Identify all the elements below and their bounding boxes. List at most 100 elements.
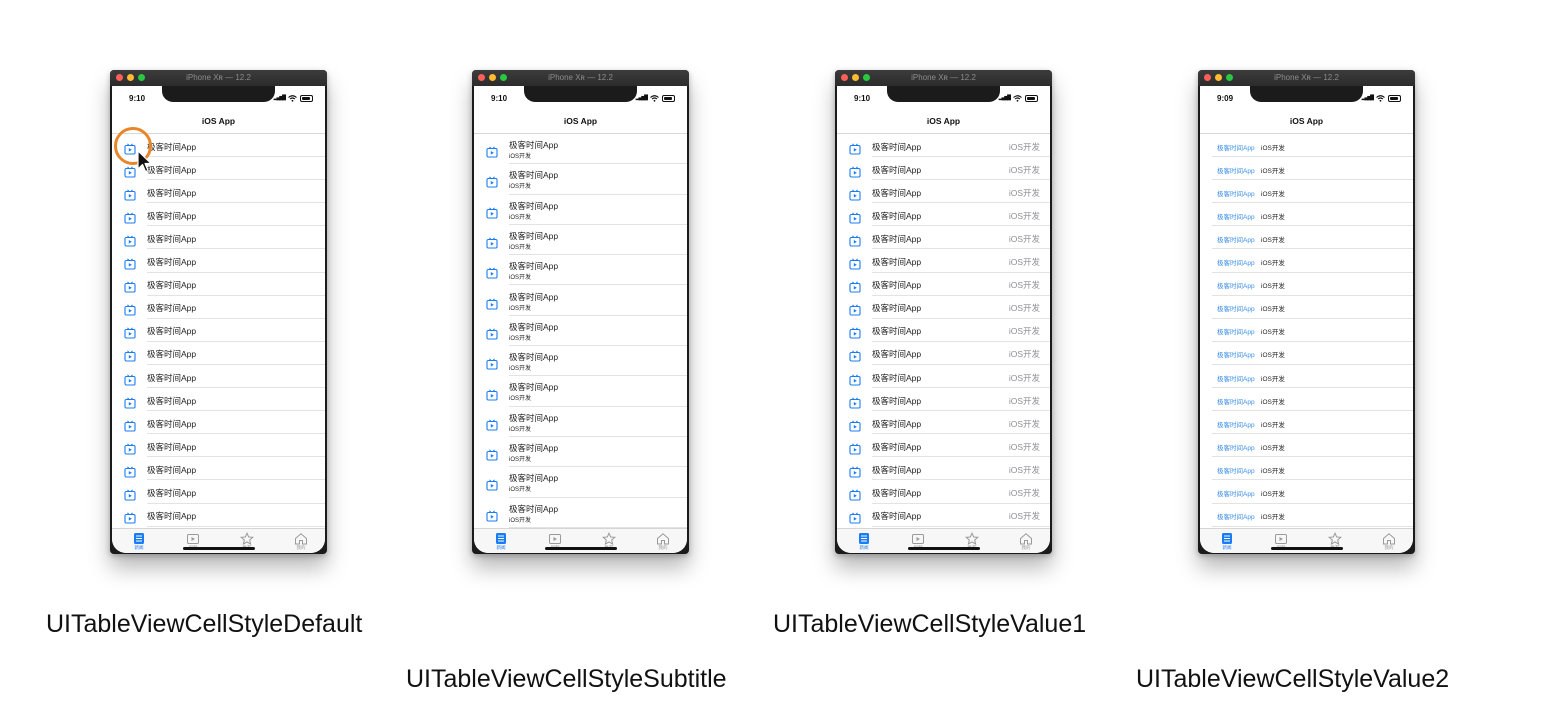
table-row[interactable]: 极客时间App iOS开发 [474,437,687,468]
table-row[interactable]: 极客时间App [112,342,325,365]
table-row[interactable]: 极客时间App iOS开发 [474,346,687,377]
window-title: iPhone Xʀ — 12.2 [911,73,976,82]
table-row[interactable]: 极客时间App iOS开发 [1200,203,1413,227]
table-row[interactable]: 极客时间App [112,504,325,527]
home-indicator[interactable] [183,547,255,550]
video-icon [124,486,136,501]
table-view[interactable]: 极客时间App 极客时间App 极客时间App 极客时间App 极客时间App 极客时间A… [112,134,325,531]
table-row[interactable]: 极客时间App iOS开发 [1200,157,1413,181]
table-row[interactable]: 极客时间App [112,481,325,504]
table-row[interactable]: 极客时间App iOS开发 [837,157,1050,181]
home-indicator[interactable] [545,547,617,550]
tab-home[interactable]: 我的 [648,532,678,551]
table-row[interactable]: 极客时间App iOS开发 [474,376,687,407]
video-icon [849,394,861,409]
table-row[interactable]: 极客时间App iOS开发 [1200,365,1413,389]
tab-list[interactable]: 新闻 [486,532,516,551]
table-row[interactable]: 极客时间App iOS开发 [837,434,1050,458]
tab-home[interactable]: 我的 [1011,532,1041,551]
mouse-cursor-icon [137,150,152,173]
tab-label: 我的 [658,545,668,550]
table-row[interactable]: 极客时间App iOS开发 [1200,296,1413,319]
table-row[interactable]: 极客时间App iOS开发 [1200,481,1413,504]
table-row[interactable]: 极客时间App iOS开发 [837,342,1050,365]
cell-detail: iOS开发 [1261,467,1285,475]
table-row[interactable]: 极客时间App [112,203,325,227]
cell-detail: iOS开发 [1008,303,1040,314]
table-view[interactable]: 极客时间App iOS开发 极客时间App iOS开发 极客时间App iOS开发 极客时间… [474,134,687,531]
table-row[interactable]: 极客时间App iOS开发 [837,457,1050,481]
table-row[interactable]: 极客时间App iOS开发 [1200,273,1413,296]
table-row[interactable]: 极客时间App iOS开发 [837,365,1050,389]
table-row[interactable]: 极客时间App iOS开发 [1200,134,1413,158]
table-row[interactable]: 极客时间App [112,434,325,458]
table-row[interactable]: 极客时间App iOS开发 [1200,319,1413,342]
home-indicator[interactable] [1271,547,1343,550]
tab-list[interactable]: 新闻 [1212,532,1242,551]
table-row[interactable]: 极客时间App iOS开发 [1200,342,1413,365]
table-row[interactable]: 极客时间App iOS开发 [837,226,1050,250]
cell-subtitle: iOS开发 [509,184,532,191]
tab-list[interactable]: 新闻 [124,532,154,551]
table-view[interactable]: 极客时间App iOS开发 极客时间App iOS开发 极客时间App iOS开发 极客时间… [837,134,1050,531]
table-row[interactable]: 极客时间App iOS开发 [1200,434,1413,458]
home-indicator[interactable] [908,547,980,550]
table-row[interactable]: 极客时间App iOS开发 [837,296,1050,319]
table-row[interactable]: 极客时间App iOS开发 [474,286,687,316]
table-row[interactable]: 极客时间App [112,388,325,412]
video-icon [912,534,924,544]
table-row[interactable]: 极客时间App [112,365,325,389]
table-row[interactable]: 极客时间App iOS开发 [474,134,687,165]
table-row[interactable]: 极客时间App iOS开发 [474,316,687,347]
table-row[interactable]: 极客时间App iOS开发 [1200,250,1413,273]
table-row[interactable]: 极客时间App iOS开发 [474,255,687,286]
table-row[interactable]: 极客时间App iOS开发 [837,203,1050,227]
video-icon [187,534,199,544]
list-icon [496,533,506,544]
notch [162,86,275,102]
tab-home[interactable]: 我的 [286,532,316,551]
table-row[interactable]: 极客时间App [112,319,325,342]
cell-label: 极客时间App [1217,398,1255,406]
nav-title: iOS App [563,116,598,126]
phone-screen: 9:09 ▂▄▆█ iOS App 极客时间App iOS开发 极客时间App iOS… [1200,86,1413,553]
cell-detail: iOS开发 [1008,488,1040,499]
table-row[interactable]: 极客时间App [112,226,325,250]
table-row[interactable]: 极客时间App iOS开发 [1200,411,1413,435]
table-row[interactable]: 极客时间App iOS开发 [837,411,1050,435]
cell-title: 极客时间App [147,511,197,522]
table-row[interactable]: 极客时间App [112,273,325,296]
table-view[interactable]: 极客时间App iOS开发 极客时间App iOS开发 极客时间App iOS开发 极客时间… [1200,134,1413,531]
status-time: 9:09 [1217,94,1234,103]
table-row[interactable]: 极客时间App iOS开发 [837,273,1050,296]
table-row[interactable]: 极客时间App iOS开发 [1200,504,1413,527]
table-row[interactable]: 极客时间App iOS开发 [1200,388,1413,412]
table-row[interactable]: 极客时间App iOS开发 [837,388,1050,412]
table-row[interactable]: 极客时间App iOS开发 [474,164,687,195]
table-row[interactable]: 极客时间App [112,250,325,273]
table-row[interactable]: 极客时间App [112,180,325,204]
cell-title: 极客时间App [509,503,559,514]
table-row[interactable]: 极客时间App iOS开发 [837,134,1050,158]
table-row[interactable]: 极客时间App iOS开发 [1200,226,1413,250]
table-row[interactable]: 极客时间App iOS开发 [837,481,1050,504]
cell-detail: iOS开发 [1261,491,1285,499]
table-row[interactable]: 极客时间App iOS开发 [837,319,1050,342]
table-row[interactable]: 极客时间App [112,296,325,319]
table-row[interactable]: 极客时间App iOS开发 [837,504,1050,527]
table-row[interactable]: 极客时间App iOS开发 [1200,180,1413,204]
table-row[interactable]: 极客时间App iOS开发 [474,498,687,528]
table-row[interactable]: 极客时间App [112,411,325,435]
table-row[interactable]: 极客时间App iOS开发 [837,250,1050,273]
table-row[interactable]: 极客时间App iOS开发 [837,180,1050,204]
table-row[interactable]: 极客时间App iOS开发 [474,467,687,498]
table-row[interactable]: 极客时间App iOS开发 [474,407,687,437]
table-row[interactable]: 极客时间App iOS开发 [474,195,687,225]
tab-home[interactable]: 我的 [1374,532,1404,551]
table-row[interactable]: 极客时间App iOS开发 [474,225,687,256]
table-row[interactable]: 极客时间App iOS开发 [1200,457,1413,481]
tab-list[interactable]: 新闻 [849,532,879,551]
table-row[interactable]: 极客时间App [112,457,325,481]
cell-detail: iOS开发 [1261,167,1285,175]
notch [1250,86,1363,102]
